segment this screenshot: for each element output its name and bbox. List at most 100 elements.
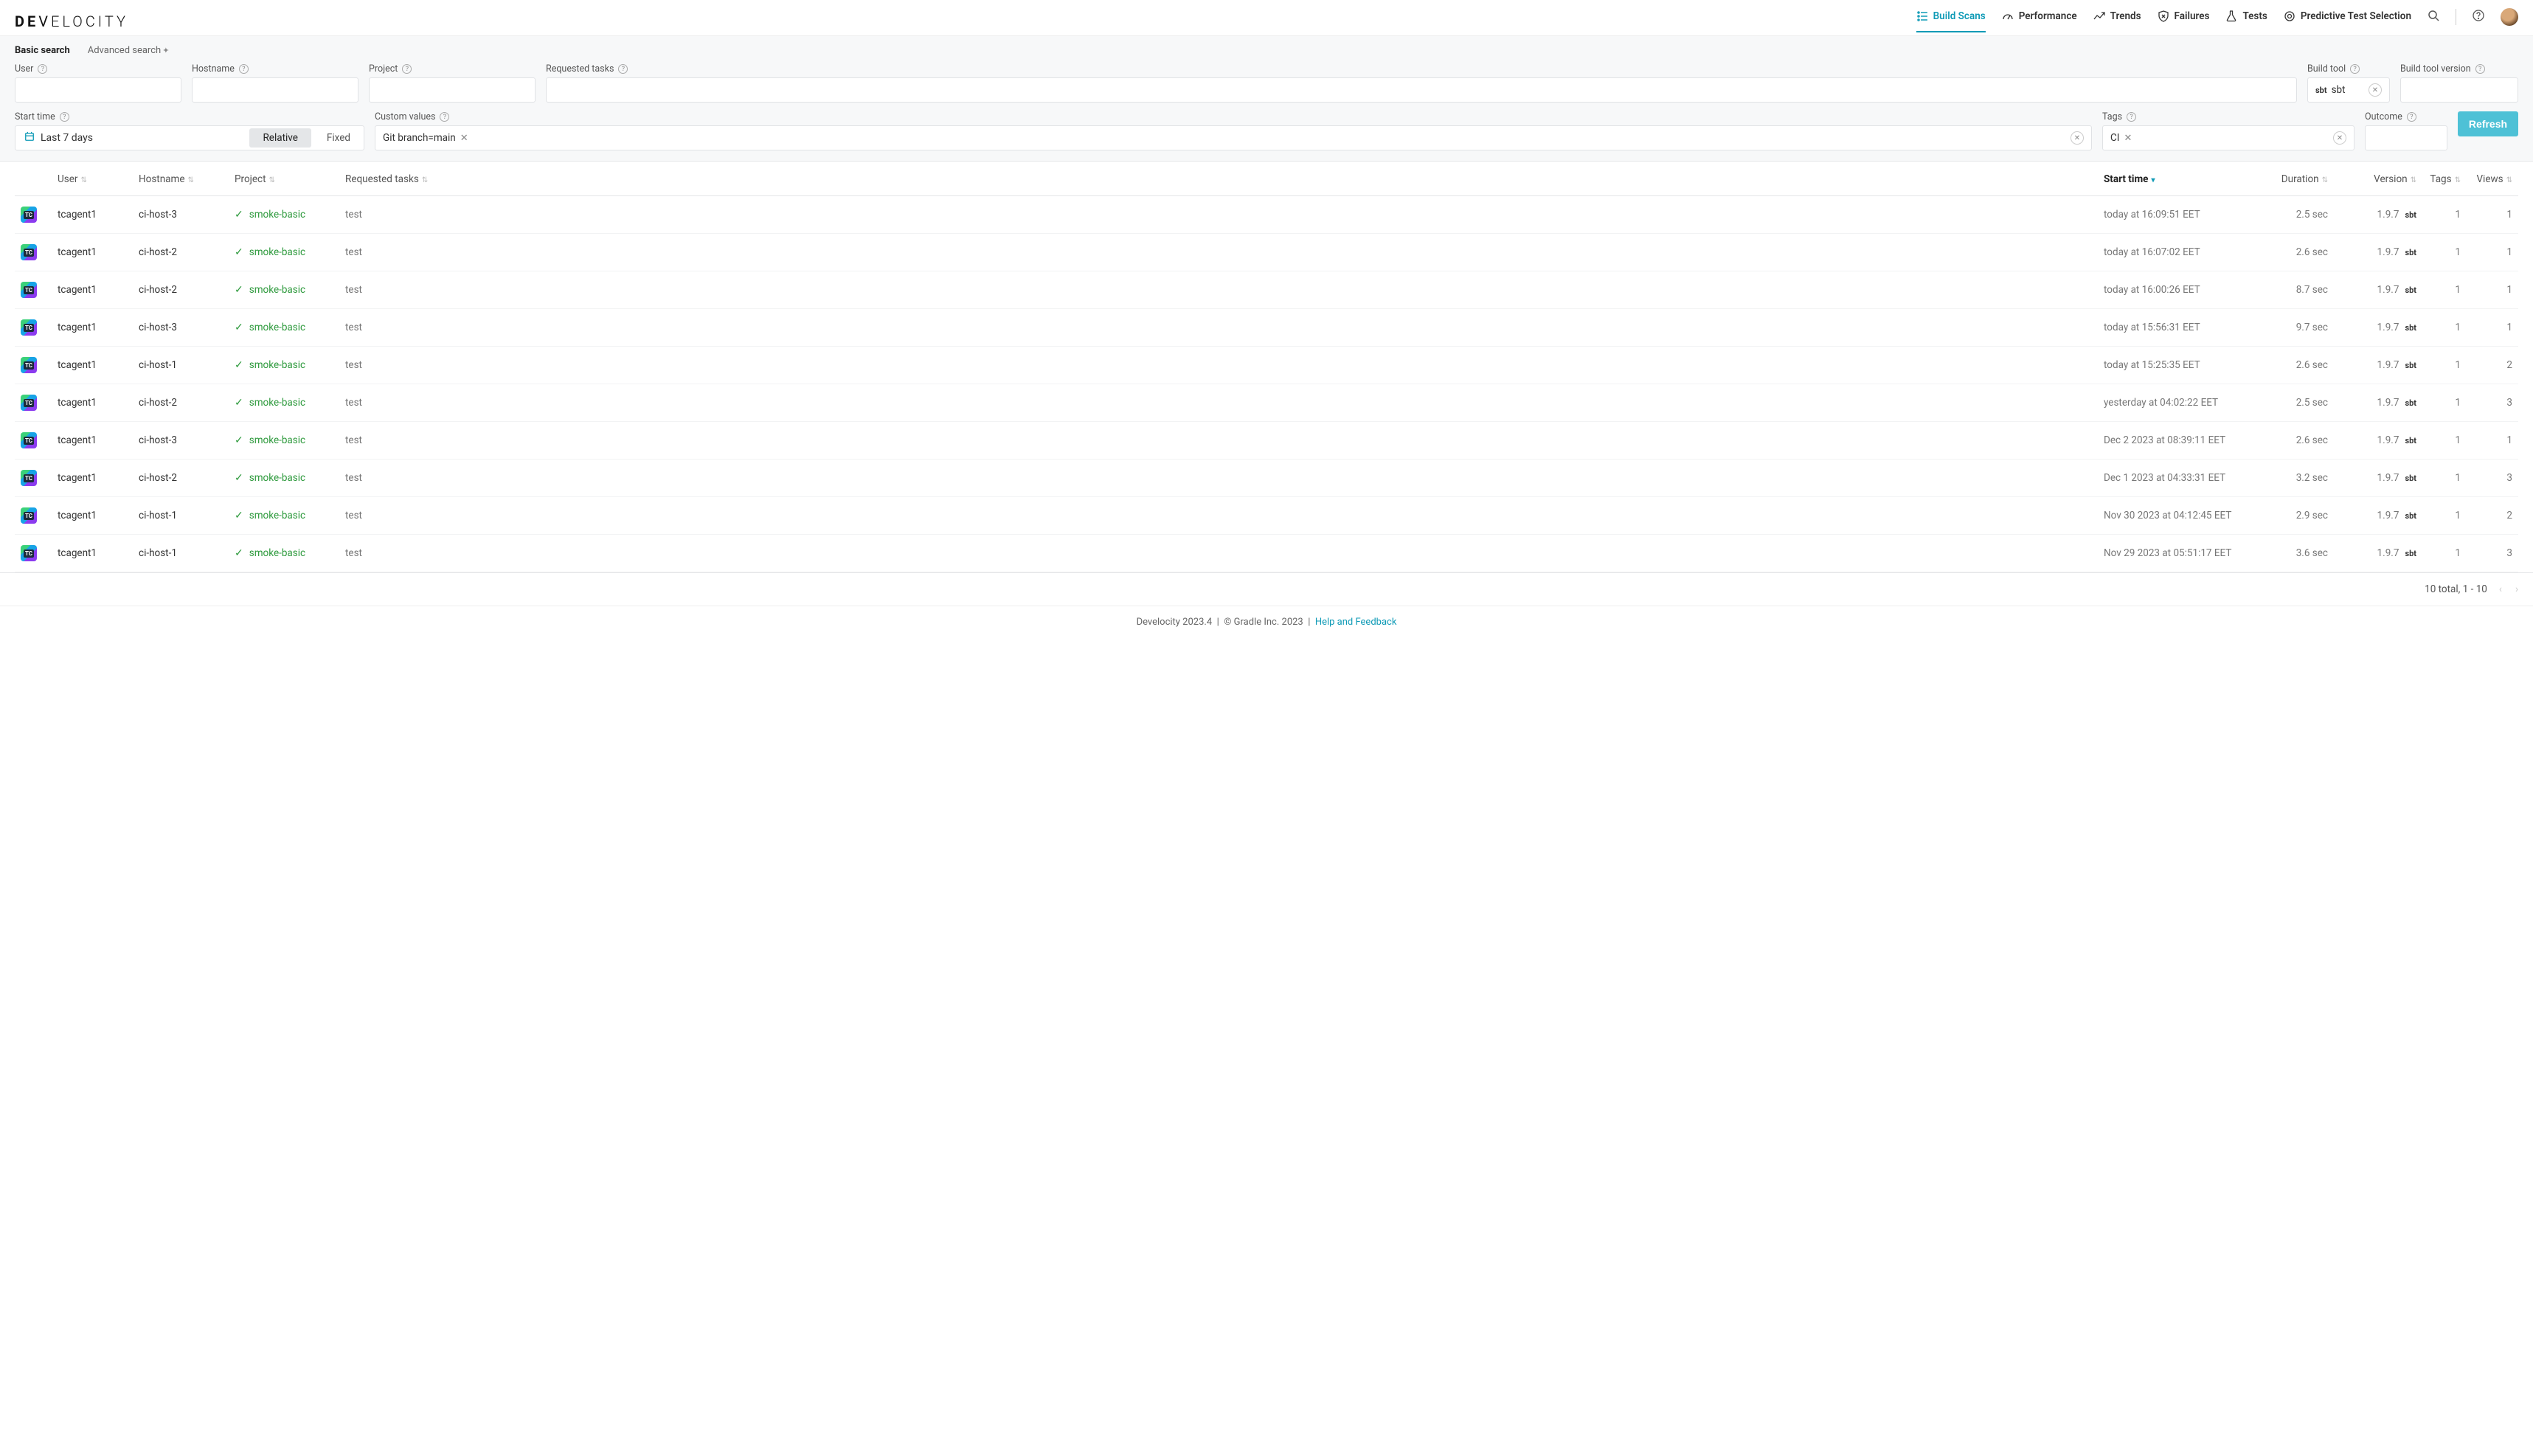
help-icon[interactable]: ?: [2350, 64, 2360, 74]
table-row[interactable]: tcagent1ci-host-3✓smoke-basictesttoday a…: [15, 196, 2518, 234]
col-project[interactable]: Project⇅: [229, 162, 339, 196]
prev-page-icon[interactable]: ‹: [2499, 583, 2502, 595]
result-count: 10 total, 1 - 10: [2425, 583, 2487, 595]
help-icon[interactable]: ?: [402, 64, 412, 74]
nav-trends[interactable]: Trends: [2093, 10, 2141, 32]
help-icon[interactable]: ?: [440, 112, 449, 122]
table-row[interactable]: tcagent1ci-host-2✓smoke-basictesttoday a…: [15, 271, 2518, 309]
table-row[interactable]: tcagent1ci-host-2✓smoke-basictestyesterd…: [15, 384, 2518, 422]
help-icon[interactable]: ?: [2127, 112, 2136, 122]
tab-advanced-search[interactable]: Advanced search✦: [88, 45, 170, 56]
chip-remove-icon[interactable]: ✕: [2124, 133, 2132, 144]
project-link[interactable]: ✓smoke-basic: [235, 284, 305, 296]
col-version[interactable]: Version⇅: [2334, 162, 2422, 196]
col-views[interactable]: Views⇅: [2467, 162, 2518, 196]
starttime-input: Last 7 days Relative Fixed: [15, 125, 364, 150]
sparkle-icon: ✦: [162, 46, 169, 55]
tags-input[interactable]: CI ✕ ✕: [2102, 125, 2354, 150]
help-icon[interactable]: ?: [618, 64, 628, 74]
hostname-input[interactable]: [192, 77, 358, 103]
help-icon[interactable]: ?: [38, 64, 47, 74]
project-link[interactable]: ✓smoke-basic: [235, 246, 305, 258]
label-text: Outcome: [2365, 111, 2402, 122]
table-row[interactable]: tcagent1ci-host-2✓smoke-basictestDec 1 2…: [15, 460, 2518, 497]
col-tags[interactable]: Tags⇅: [2422, 162, 2467, 196]
cell-user: tcagent1: [52, 271, 133, 309]
nav-label: Build Scans: [1933, 10, 1986, 22]
table-row[interactable]: tcagent1ci-host-1✓smoke-basictesttoday a…: [15, 347, 2518, 384]
table-row[interactable]: tcagent1ci-host-2✓smoke-basictesttoday a…: [15, 234, 2518, 271]
cell-views: 1: [2467, 196, 2518, 234]
table-row[interactable]: tcagent1ci-host-1✓smoke-basictestNov 29 …: [15, 535, 2518, 572]
nav-performance[interactable]: Performance: [2002, 10, 2077, 32]
help-icon[interactable]: ?: [60, 112, 69, 122]
project-link[interactable]: ✓smoke-basic: [235, 472, 305, 484]
buildtool-input[interactable]: sbt sbt ✕: [2307, 77, 2390, 103]
project-link[interactable]: ✓smoke-basic: [235, 547, 305, 559]
field-label: Build tool?: [2307, 63, 2390, 74]
clear-icon[interactable]: ✕: [2333, 131, 2346, 145]
tasks-input[interactable]: [546, 77, 2297, 103]
col-tasks[interactable]: Requested tasks⇅: [339, 162, 2098, 196]
teamcity-icon: [21, 507, 37, 524]
refresh-button[interactable]: Refresh: [2458, 111, 2518, 136]
project-link[interactable]: ✓smoke-basic: [235, 209, 305, 221]
project-link[interactable]: ✓smoke-basic: [235, 322, 305, 333]
label-text: Requested tasks: [546, 63, 614, 74]
search-icon[interactable]: [2428, 10, 2439, 33]
project-link[interactable]: ✓smoke-basic: [235, 359, 305, 371]
buildtoolver-input[interactable]: [2400, 77, 2518, 103]
col-start[interactable]: Start time▾: [2098, 162, 2267, 196]
next-page-icon[interactable]: ›: [2515, 583, 2518, 595]
table-row[interactable]: tcagent1ci-host-1✓smoke-basictestNov 30 …: [15, 497, 2518, 535]
cell-start: today at 15:56:31 EET: [2098, 309, 2267, 347]
cell-tasks: test: [339, 460, 2098, 497]
project-link[interactable]: ✓smoke-basic: [235, 510, 305, 521]
tab-basic-search[interactable]: Basic search: [15, 45, 70, 56]
nav-failures[interactable]: Failures: [2158, 10, 2210, 32]
sbt-badge-icon: sbt: [2405, 210, 2416, 220]
brand-mid: V: [38, 13, 51, 30]
help-icon[interactable]: ?: [2475, 64, 2485, 74]
help-feedback-link[interactable]: Help and Feedback: [1315, 617, 1397, 628]
nav-predictive[interactable]: Predictive Test Selection: [2284, 10, 2411, 32]
nav-tests[interactable]: Tests: [2225, 10, 2267, 32]
sort-icon: ⇅: [269, 176, 275, 184]
customvals-chip: Git branch=main ✕: [383, 132, 468, 144]
sort-icon: ⇅: [2506, 176, 2512, 184]
col-user[interactable]: User⇅: [52, 162, 133, 196]
help-icon[interactable]: [2473, 10, 2484, 33]
customvals-input[interactable]: Git branch=main ✕ ✕: [375, 125, 2092, 150]
help-icon[interactable]: ?: [2407, 112, 2416, 122]
sbt-badge-icon: sbt: [2405, 323, 2416, 333]
user-input[interactable]: [15, 77, 181, 103]
clear-icon[interactable]: ✕: [2071, 131, 2084, 145]
brand-prefix: DE: [15, 13, 38, 30]
cell-version: 1.9.7sbt: [2334, 347, 2422, 384]
starttime-relative-button[interactable]: Relative: [249, 128, 311, 148]
table-row[interactable]: tcagent1ci-host-3✓smoke-basictesttoday a…: [15, 309, 2518, 347]
table-row[interactable]: tcagent1ci-host-3✓smoke-basictestDec 2 2…: [15, 422, 2518, 460]
project-input[interactable]: [369, 77, 536, 103]
project-link[interactable]: ✓smoke-basic: [235, 434, 305, 446]
nav-build-scans[interactable]: Build Scans: [1916, 10, 1986, 32]
project-link[interactable]: ✓smoke-basic: [235, 397, 305, 409]
cell-duration: 2.6 sec: [2267, 234, 2334, 271]
cell-project: ✓smoke-basic: [229, 196, 339, 234]
col-duration[interactable]: Duration⇅: [2267, 162, 2334, 196]
outcome-input[interactable]: [2365, 125, 2447, 150]
starttime-value[interactable]: Last 7 days: [15, 126, 247, 150]
field-label: Outcome?: [2365, 111, 2447, 122]
cell-hostname: ci-host-1: [133, 535, 229, 572]
col-hostname[interactable]: Hostname⇅: [133, 162, 229, 196]
chip-remove-icon[interactable]: ✕: [460, 133, 468, 144]
brand-suffix: ELOCITY: [51, 13, 128, 30]
shield-icon: [2158, 10, 2169, 22]
nav-label: Tests: [2242, 10, 2267, 22]
user-avatar[interactable]: [2501, 8, 2518, 26]
sbt-badge-icon: sbt: [2405, 474, 2416, 483]
help-icon[interactable]: ?: [239, 64, 249, 74]
starttime-fixed-button[interactable]: Fixed: [313, 126, 364, 150]
clear-icon[interactable]: ✕: [2369, 83, 2382, 97]
filter-buildtoolver: Build tool version?: [2400, 63, 2518, 103]
